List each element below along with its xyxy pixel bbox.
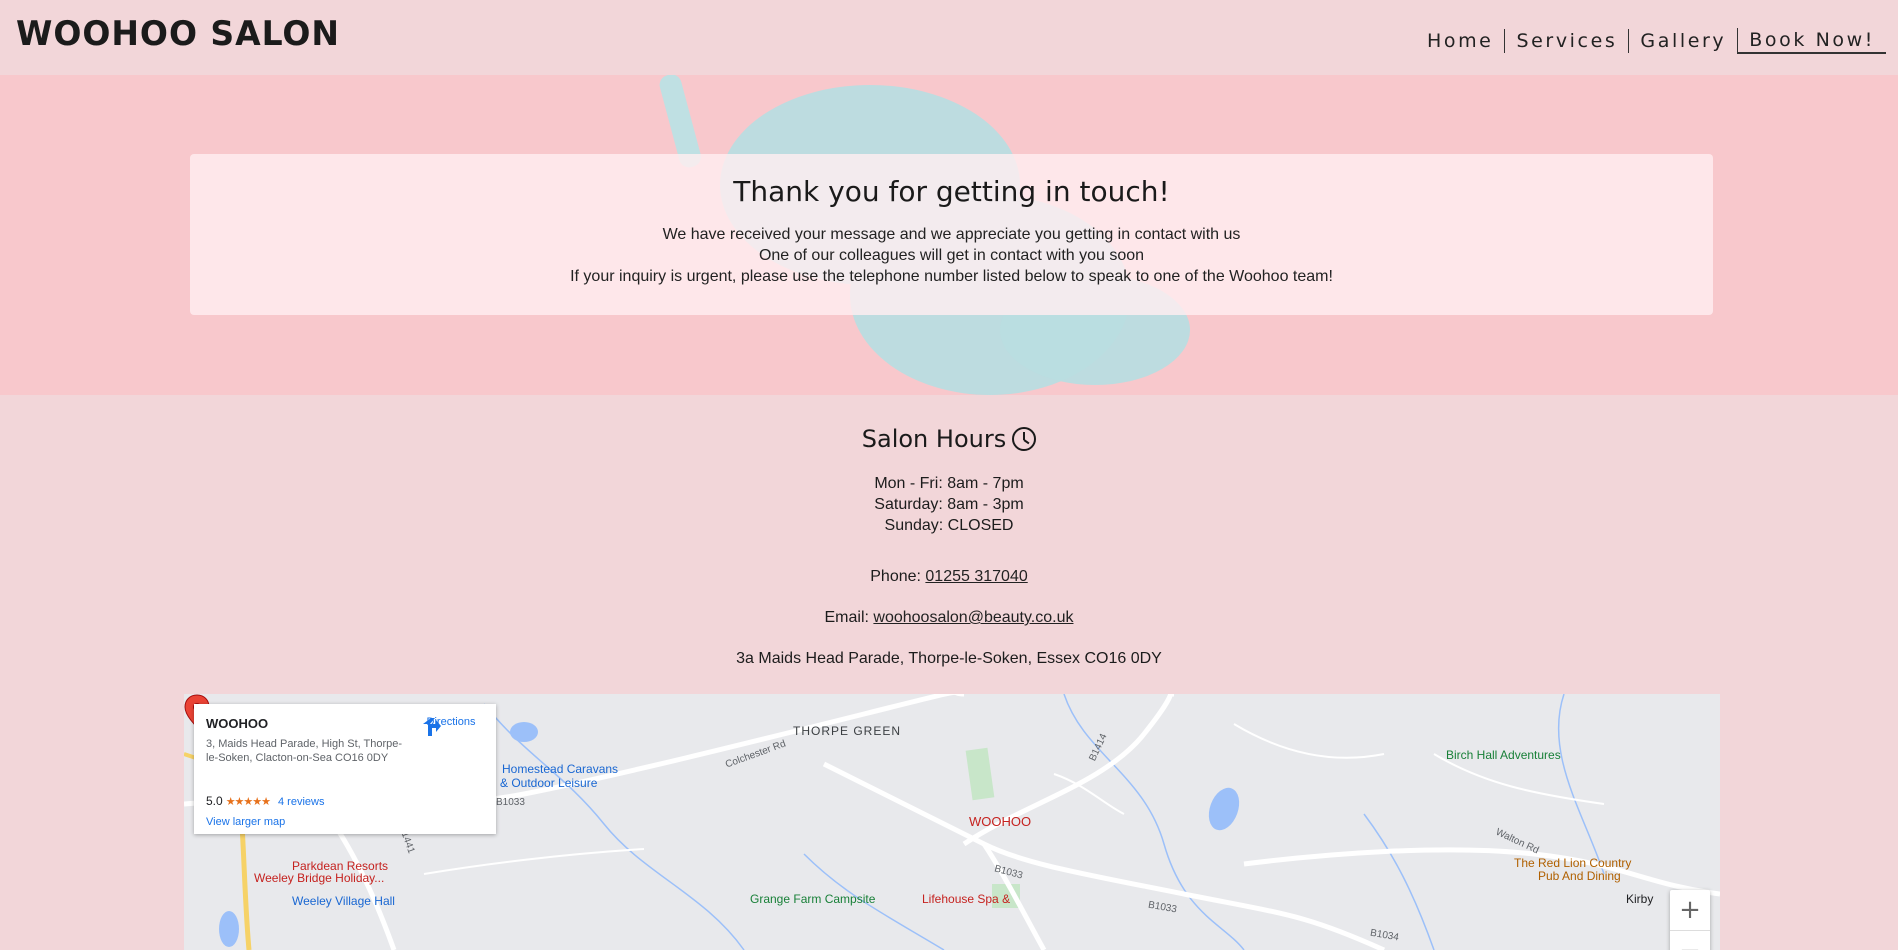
place-info-card: WOOHOO 3, Maids Head Parade, High St, Th… [194, 704, 496, 834]
zoom-in-button[interactable]: + [1670, 890, 1710, 930]
directions-icon [423, 718, 441, 736]
email-link[interactable]: woohoosalon@beauty.co.uk [873, 609, 1073, 626]
nav-home[interactable]: Home [1416, 29, 1505, 53]
clock-icon [1012, 427, 1037, 451]
hours-line: Saturday: 8am - 3pm [874, 496, 1024, 513]
thank-you-message: We have received your message and we app… [190, 224, 1713, 287]
map-label: The Red Lion Country [1514, 856, 1632, 870]
zoom-controls: + − [1670, 890, 1710, 950]
phone-row: Phone: 01255 317040 [0, 566, 1898, 587]
main-nav: Home Services Gallery Book Now! [1416, 28, 1886, 54]
map-label: THORPE GREEN [793, 724, 902, 738]
brand-logo[interactable]: WOOHOO SALON [16, 14, 340, 54]
map-label: & Outdoor Leisure [500, 776, 598, 790]
map-label: Lifehouse Spa & [922, 892, 1011, 906]
address-text: 3a Maids Head Parade, Thorpe-le-Soken, E… [736, 650, 1162, 667]
thank-you-title: Thank you for getting in touch! [733, 175, 1170, 208]
map-label: Birch Hall Adventures [1446, 748, 1561, 762]
thank-you-card: Thank you for getting in touch! We have … [190, 154, 1713, 315]
directions-button[interactable]: Directions [420, 716, 482, 736]
phone-label: Phone: [870, 568, 926, 585]
site-header: WOOHOO SALON Home Services Gallery Book … [0, 0, 1898, 75]
hours-line: Sunday: CLOSED [884, 517, 1014, 534]
salon-hours-title: Salon Hours [861, 425, 1007, 453]
zoom-out-button[interactable]: − [1670, 930, 1710, 950]
map-label: Weeley Bridge Holiday... [254, 871, 385, 885]
hero-banner: Thank you for getting in touch! We have … [0, 75, 1898, 395]
map-label: Grange Farm Campsite [750, 892, 876, 906]
contact-info: Salon Hours Mon - Fri: 8am - 7pm Saturda… [0, 395, 1898, 669]
email-row: Email: woohoosalon@beauty.co.uk [0, 607, 1898, 628]
place-address: 3, Maids Head Parade, High St, Thorpe-le… [206, 738, 403, 764]
map-label: B1033 [496, 797, 525, 808]
pin-label: WOOHOO [969, 814, 1032, 829]
map-label: Weeley Village Hall [292, 894, 395, 908]
reviews-link[interactable]: 4 reviews [278, 796, 324, 808]
message-line: We have received your message and we app… [662, 226, 1241, 243]
nav-book-now[interactable]: Book Now! [1737, 28, 1886, 54]
view-larger-map-link[interactable]: View larger map [206, 816, 285, 828]
hours-list: Mon - Fri: 8am - 7pm Saturday: 8am - 3pm… [0, 473, 1898, 536]
hours-line: Mon - Fri: 8am - 7pm [874, 475, 1024, 492]
nav-services[interactable]: Services [1505, 29, 1628, 53]
rating-stars-icon: ★★★★★ [225, 796, 271, 808]
salon-hours-heading: Salon Hours [0, 425, 1898, 453]
phone-link[interactable]: 01255 317040 [925, 568, 1027, 585]
place-rating: 5.0 ★★★★★ 4 reviews [206, 794, 324, 808]
map-label: Pub And Dining [1538, 869, 1621, 883]
message-line: If your inquiry is urgent, please use th… [570, 268, 1333, 285]
rating-value: 5.0 [206, 794, 223, 808]
map-label: Kirby [1626, 892, 1654, 906]
message-line: One of our colleagues will get in contac… [758, 247, 1145, 264]
nav-gallery[interactable]: Gallery [1629, 29, 1737, 53]
email-label: Email: [824, 609, 874, 626]
google-map[interactable]: THORPE GREEN Colchester Rd Homestead Car… [184, 694, 1720, 950]
map-label: Homestead Caravans [502, 762, 619, 776]
place-name: WOOHOO [206, 716, 269, 731]
